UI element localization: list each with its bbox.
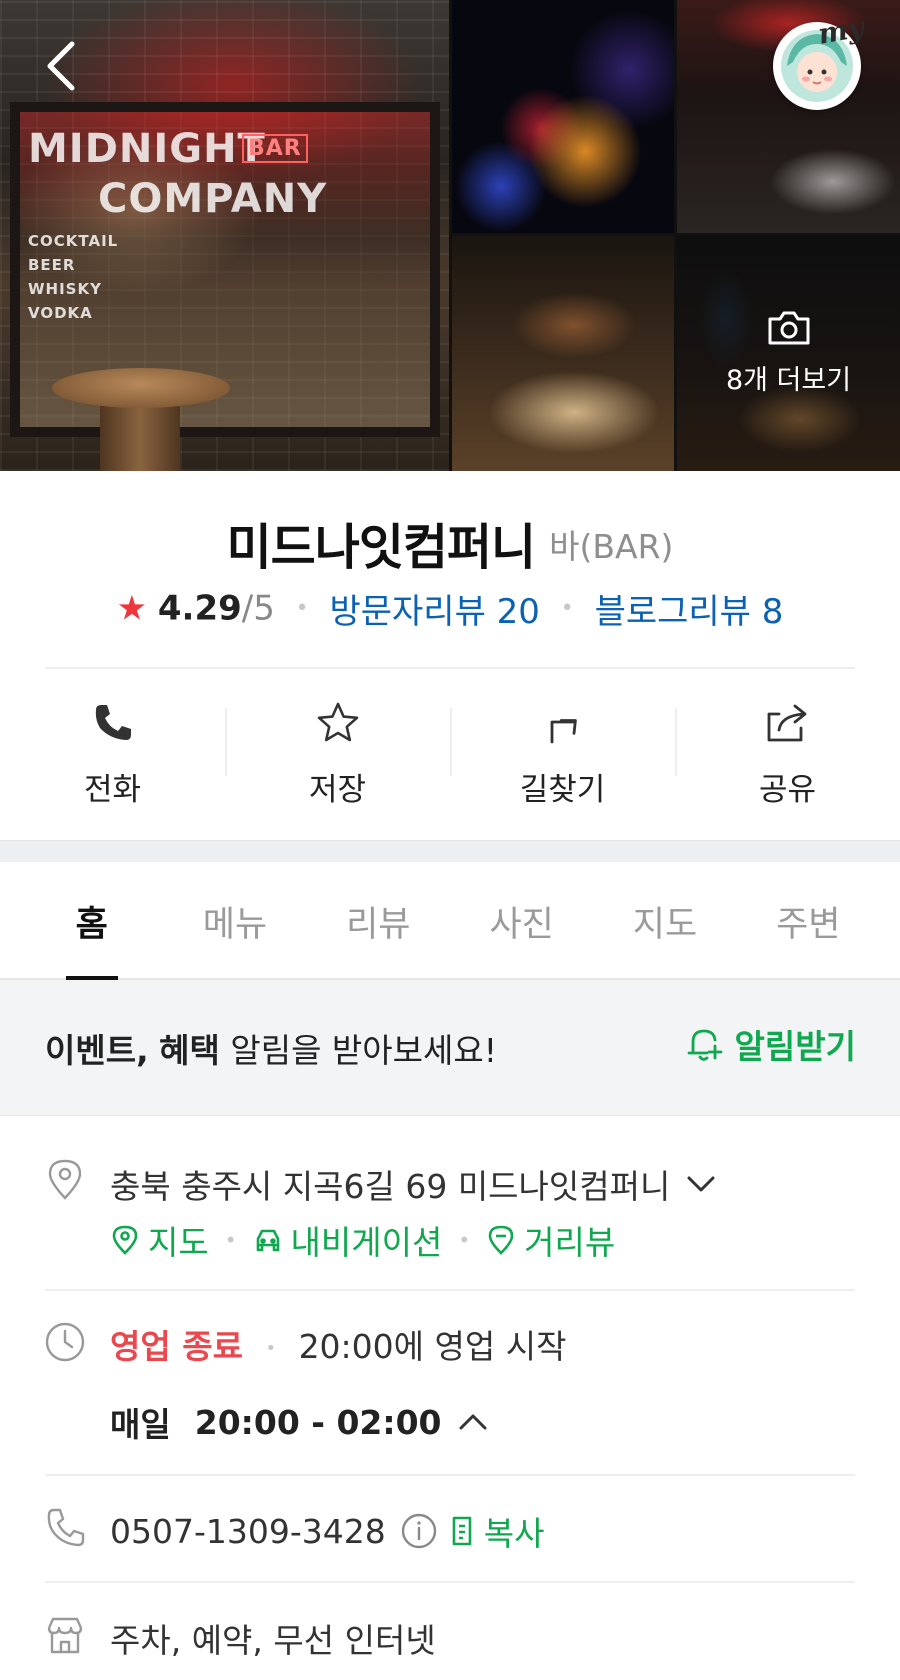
tab-review[interactable]: 리뷰	[307, 862, 450, 978]
copy-icon	[452, 1516, 472, 1546]
visitor-reviews-link[interactable]: 방문자리뷰 20	[329, 592, 539, 632]
food-photo[interactable]	[452, 236, 674, 471]
hours-day: 매일	[110, 1405, 171, 1444]
place-category: 바(BAR)	[549, 526, 674, 566]
more-photos-label: 8개 더보기	[725, 365, 852, 396]
notice-bold-event: 이벤트,	[45, 1031, 149, 1070]
map-link[interactable]: 지도	[110, 1216, 209, 1264]
car-icon	[256, 1229, 279, 1252]
notice-bold-benefit: 혜택	[159, 1031, 220, 1070]
save-button[interactable]: 저장	[225, 690, 450, 810]
camera-icon	[768, 311, 809, 345]
directions-icon	[550, 719, 577, 744]
street-view-link-label: 거리뷰	[524, 1223, 616, 1262]
copy-phone-button[interactable]: 복사	[448, 1507, 545, 1555]
sign-text: VODKA	[28, 304, 93, 322]
bell-plus-icon	[687, 1029, 722, 1061]
clock-icon	[45, 1322, 85, 1362]
business-status: 영업 종료	[110, 1327, 243, 1366]
blog-reviews-link[interactable]: 블로그리뷰 8	[595, 592, 784, 632]
cocktail-photo[interactable]	[452, 0, 674, 233]
divider	[45, 1474, 855, 1476]
chevron-down-icon	[687, 1176, 715, 1192]
chevron-up-icon	[459, 1414, 486, 1430]
divider	[45, 1289, 855, 1291]
share-label: 공유	[758, 772, 817, 808]
tab-photo[interactable]: 사진	[450, 862, 593, 978]
event-notice-banner: 이벤트, 혜택 알림을 받아보세요! 알림받기	[0, 980, 900, 1116]
info-circle-icon[interactable]	[400, 1512, 438, 1550]
directions-label: 길찾기	[519, 772, 606, 808]
divider	[45, 1581, 855, 1583]
map-pin-icon	[112, 1225, 138, 1255]
rating-max: /5	[241, 588, 275, 629]
navigation-link[interactable]: 내비게이션	[253, 1216, 443, 1264]
separator-dot: •	[295, 596, 309, 621]
share-icon	[767, 704, 806, 742]
sign-text: COCKTAIL	[28, 232, 119, 250]
call-label: 전화	[83, 772, 142, 808]
sign-text: MIDNIGHT	[28, 126, 266, 172]
directions-button[interactable]: 길찾기	[450, 690, 675, 810]
subscribe-alert-button[interactable]: 알림받기	[685, 1020, 856, 1068]
more-photos-button[interactable]: 8개 더보기	[677, 236, 900, 471]
amenities-row: 주차, 예약, 무선 인터넷	[110, 1614, 436, 1662]
phone-outline-icon	[47, 1508, 85, 1547]
star-outline-icon	[317, 702, 358, 742]
copy-phone-label: 복사	[483, 1514, 545, 1553]
map-link-label: 지도	[148, 1223, 209, 1262]
notice-body: 알림을 받아보세요!	[219, 1031, 497, 1070]
chevron-left-icon	[47, 41, 75, 91]
photo-gallery: MIDNIGHT COMPANY BAR COCKTAIL BEER WHISK…	[0, 0, 900, 471]
hours-status-row: 영업 종료 • 20:00에 영업 시작	[110, 1320, 566, 1368]
place-name: 미드나잇컴퍼니	[226, 519, 537, 576]
separator-dot: •	[224, 1228, 237, 1252]
place-title-row: 미드나잇컴퍼니 바(BAR)	[0, 508, 900, 579]
sign-text: COMPANY	[98, 176, 328, 222]
store-icon	[47, 1617, 83, 1654]
sign-text: BEER	[28, 256, 76, 274]
share-button[interactable]: 공유	[675, 690, 900, 810]
tab-bar: 홈 메뉴 리뷰 사진 지도 주변	[0, 862, 900, 980]
separator-dot: •	[265, 1338, 277, 1359]
navigation-link-label: 내비게이션	[290, 1223, 443, 1262]
address-links: 지도 • 내비게이션 • 거리뷰	[110, 1216, 615, 1264]
back-button[interactable]	[38, 38, 84, 94]
action-bar: 전화 저장 길찾기 공유	[0, 690, 900, 810]
notice-text: 이벤트, 혜택 알림을 받아보세요!	[45, 1024, 497, 1072]
tab-map[interactable]: 지도	[593, 862, 736, 978]
save-label: 저장	[308, 772, 367, 808]
separator-dot: •	[458, 1228, 471, 1252]
address-text: 충북 충주시 지곡6길 69 미드나잇컴퍼니	[110, 1167, 671, 1206]
rating-value: 4.29	[157, 588, 242, 629]
street-view-link[interactable]: 거리뷰	[486, 1216, 615, 1264]
sign-text: BAR	[242, 134, 308, 163]
call-button[interactable]: 전화	[0, 690, 225, 810]
location-pin-icon	[48, 1159, 82, 1200]
amenities-text: 주차, 예약, 무선 인터넷	[110, 1621, 436, 1660]
rating-row: ★ 4.29/5 • 방문자리뷰 20 • 블로그리뷰 8	[0, 584, 900, 633]
address-row[interactable]: 충북 충주시 지곡6길 69 미드나잇컴퍼니	[110, 1160, 716, 1208]
hours-detail-row[interactable]: 매일 20:00 - 02:00	[110, 1398, 488, 1446]
next-open-text: 20:00에 영업 시작	[298, 1327, 567, 1366]
street-view-icon	[488, 1225, 514, 1255]
phone-row: 0507-1309-3428 복사	[110, 1507, 545, 1555]
phone-number[interactable]: 0507-1309-3428	[110, 1512, 386, 1551]
separator-dot: •	[560, 596, 574, 621]
hours-time: 20:00 - 02:00	[194, 1402, 442, 1442]
subscribe-alert-label: 알림받기	[734, 1027, 856, 1066]
sign-text: WHISKY	[28, 280, 102, 298]
phone-icon	[95, 705, 131, 740]
tab-nearby[interactable]: 주변	[737, 862, 880, 978]
section-gap	[0, 840, 900, 862]
tab-home[interactable]: 홈	[20, 862, 163, 980]
tab-menu[interactable]: 메뉴	[163, 862, 306, 978]
star-icon: ★	[116, 588, 148, 629]
divider	[45, 667, 855, 669]
